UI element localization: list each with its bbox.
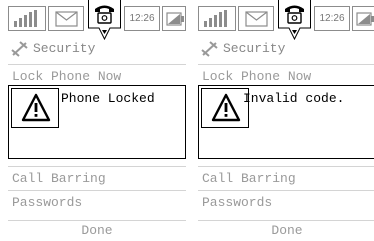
menu-item-call-barring[interactable]: Call Barring xyxy=(198,166,374,190)
dialog-message: Invalid code. xyxy=(243,91,345,106)
alert-dialog: Phone Locked xyxy=(8,85,186,159)
menu-title-text: Security xyxy=(223,41,286,56)
clock-time: 12:26 xyxy=(314,6,350,31)
warning-icon xyxy=(11,88,59,128)
menu-item-passwords[interactable]: Passwords xyxy=(8,190,186,214)
clock-time: 12:26 xyxy=(124,6,160,31)
mail-icon xyxy=(238,6,274,31)
phone-icon[interactable] xyxy=(278,0,311,40)
phone-icon[interactable] xyxy=(88,0,121,40)
phone-screen-locked: 12:26 Security Lock Phone Now Call Barri… xyxy=(8,0,186,241)
dialog-message: Phone Locked xyxy=(61,91,155,106)
done-button[interactable]: Done xyxy=(198,220,374,241)
phone-screen-invalid-code: 12:26 Security Lock Phone Now Call Barri… xyxy=(198,0,374,241)
signal-icon xyxy=(8,6,46,31)
menu-item-passwords[interactable]: Passwords xyxy=(198,190,374,214)
done-button[interactable]: Done xyxy=(8,220,186,241)
wrench-icon xyxy=(201,41,218,57)
menu-title-text: Security xyxy=(33,41,96,56)
battery-icon xyxy=(352,6,374,31)
menu-title: Security xyxy=(8,38,186,60)
status-bar: 12:26 xyxy=(8,0,186,40)
menu-item-call-barring[interactable]: Call Barring xyxy=(8,166,186,190)
alert-dialog: Invalid code. xyxy=(198,85,374,159)
battery-icon xyxy=(162,6,186,31)
wrench-icon xyxy=(11,41,28,57)
signal-icon xyxy=(198,6,236,31)
status-bar: 12:26 xyxy=(198,0,374,40)
mail-icon xyxy=(48,6,84,31)
menu-title: Security xyxy=(198,38,374,60)
warning-icon xyxy=(201,88,249,128)
